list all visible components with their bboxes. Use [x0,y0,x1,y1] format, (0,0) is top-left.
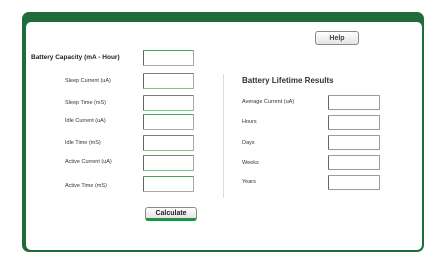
battery-capacity-label: Battery Capacity (mA - Hour) [31,54,120,61]
hours-label: Hours [242,119,257,125]
days-label: Days [242,140,255,146]
weeks-output[interactable] [328,155,380,170]
active-current-input[interactable] [143,155,194,171]
sleep-current-label: Sleep Current (uA) [65,78,111,84]
idle-time-label: Idle Time (mS) [65,140,101,146]
help-button[interactable]: Help [315,31,359,45]
sleep-current-input[interactable] [143,73,194,89]
idle-current-input[interactable] [143,114,194,130]
results-heading: Battery Lifetime Results [242,76,334,85]
battery-capacity-input[interactable] [143,50,194,66]
active-current-label: Active Current (uA) [65,159,112,165]
sleep-time-input[interactable] [143,95,194,111]
calculate-button[interactable]: Calculate [145,207,197,221]
idle-current-label: Idle Current (uA) [65,118,106,124]
section-divider [223,74,224,198]
years-label: Years [242,179,256,185]
years-output[interactable] [328,175,380,190]
weeks-label: Weeks [242,160,259,166]
days-output[interactable] [328,135,380,150]
idle-time-input[interactable] [143,135,194,151]
sleep-time-label: Sleep Time (mS) [65,100,106,106]
active-time-label: Active Time (mS) [65,183,107,189]
active-time-input[interactable] [143,176,194,192]
hours-output[interactable] [328,115,380,130]
average-current-label: Average Current (uA) [242,99,295,105]
average-current-output[interactable] [328,95,380,110]
